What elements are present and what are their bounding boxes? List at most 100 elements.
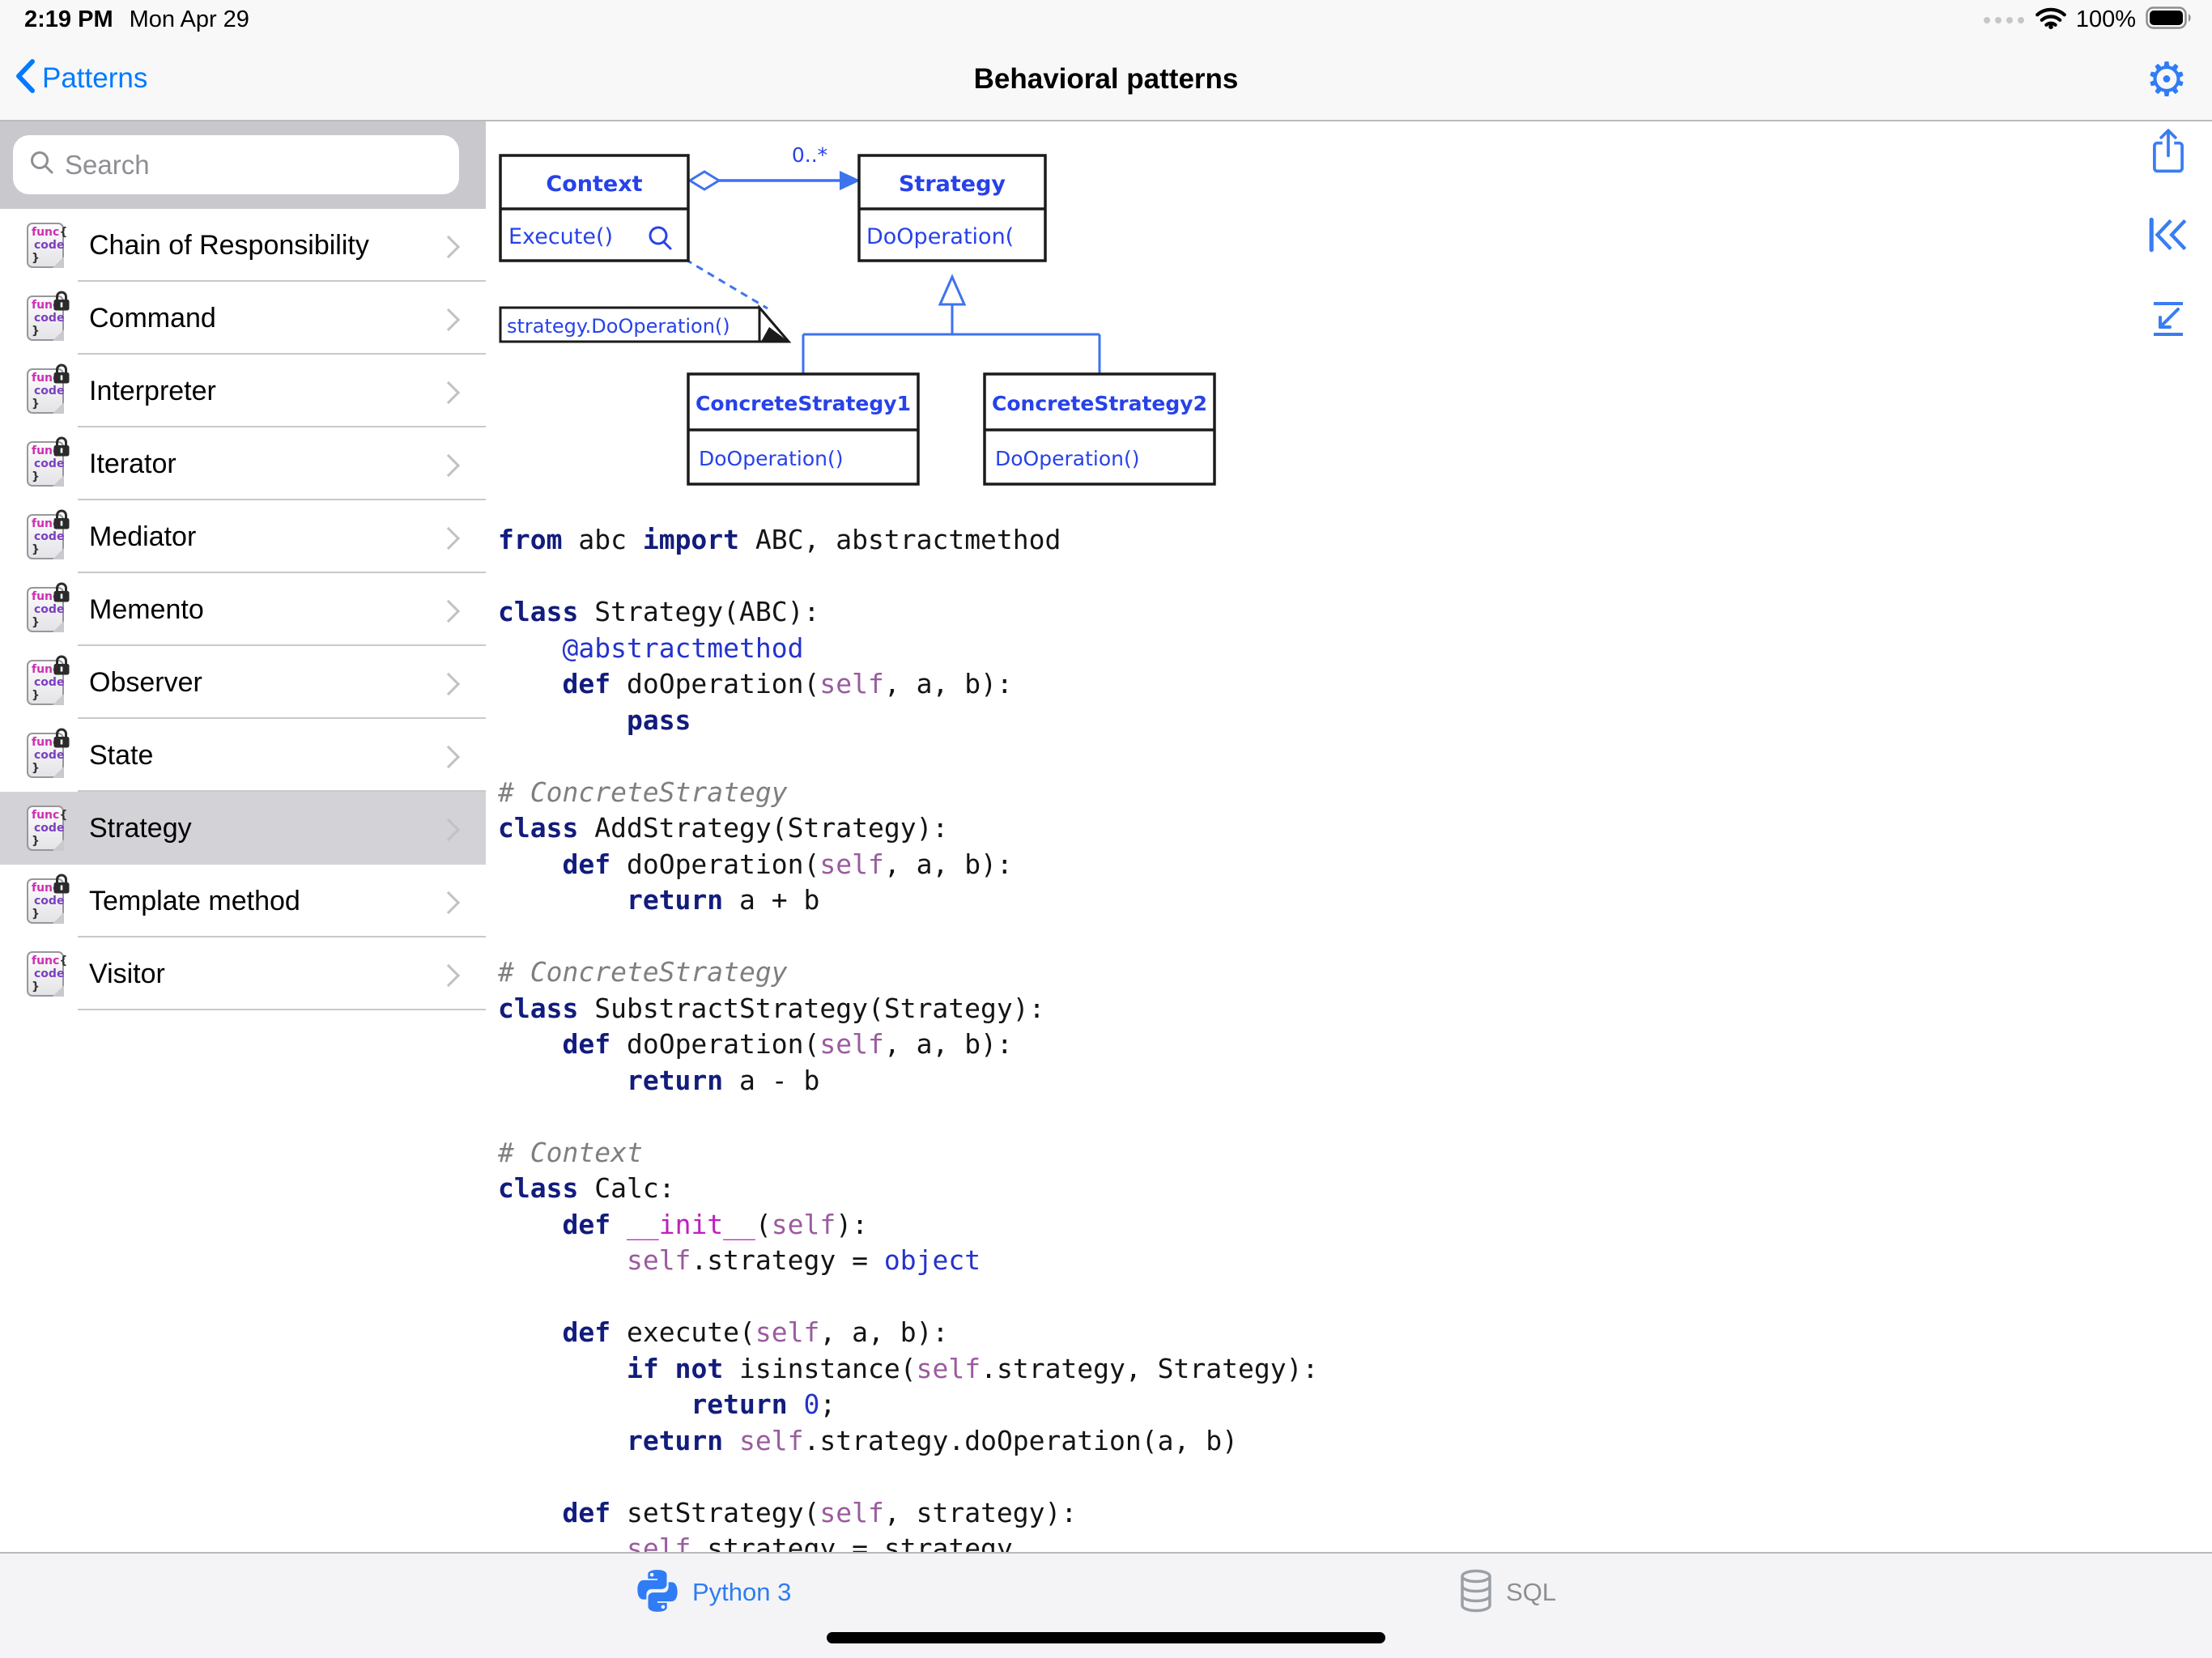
sidebar-item-label: Interpreter (89, 355, 216, 427)
code-line (498, 919, 1318, 955)
pattern-doc-icon: funccode} (27, 660, 64, 705)
strategy-class-box: Strategy DoOperation( (859, 155, 1045, 261)
battery-percent: 100% (2076, 6, 2136, 33)
tab-python3[interactable]: Python 3 (634, 1568, 791, 1617)
settings-button[interactable]: ⚙ (2142, 50, 2191, 108)
lock-icon (53, 874, 70, 898)
sidebar-item-observer[interactable]: funccode} Observer (0, 646, 486, 719)
lock-icon (53, 436, 70, 461)
code-line: self.strategy = object (498, 1243, 1318, 1279)
collapse-button[interactable] (2146, 298, 2191, 343)
lock-icon (53, 291, 70, 315)
sidebar-item-mediator[interactable]: funccode}Mediator (0, 500, 486, 573)
skip-to-start-icon (2146, 216, 2190, 257)
code-line: def doOperation(self, a, b): (498, 666, 1318, 703)
nav-bar: Patterns Behavioral patterns ⚙ (0, 39, 2212, 120)
code-line: def setStrategy(self, strategy): (498, 1495, 1318, 1532)
svg-text:Strategy: Strategy (899, 172, 1006, 197)
pattern-doc-icon: func{code} (27, 806, 64, 851)
pattern-doc-icon: funccode} (27, 368, 64, 414)
search-band: Search (0, 121, 486, 209)
sidebar-item-chain-of-responsibility[interactable]: func{code}Chain of Responsibility (0, 209, 486, 282)
code-line: @abstractmethod (498, 631, 1318, 667)
pattern-detail-view[interactable]: 0..* Context Execute() Strategy DoOperat (486, 121, 2212, 1552)
uml-note: strategy.DoOperation() (500, 308, 789, 342)
chevron-right-icon (437, 746, 460, 768)
code-line (498, 1099, 1318, 1135)
lock-icon (53, 509, 70, 534)
sidebar-item-label: Observer (89, 646, 202, 719)
code-editor[interactable]: from abc import ABC, abstractmethod clas… (498, 522, 1318, 1552)
wifi-icon (2035, 6, 2066, 33)
sidebar-item-label: Strategy (89, 792, 192, 865)
battery-icon (2146, 6, 2193, 33)
sidebar-item-memento[interactable]: funccode}Memento (0, 573, 486, 646)
sidebar-item-interpreter[interactable]: funccode} Interpreter (0, 355, 486, 427)
sidebar-item-state[interactable]: funccode}State (0, 719, 486, 792)
code-line: # ConcreteStrategy (498, 954, 1318, 991)
code-line: self.strategy = strategy (498, 1531, 1318, 1552)
code-line (498, 1279, 1318, 1316)
sidebar-item-strategy[interactable]: func{code} Strategy (0, 792, 486, 865)
language-tab-bar: Python 3 SQL (0, 1552, 2212, 1658)
tab-sql[interactable]: SQL (1457, 1568, 1556, 1617)
share-button[interactable] (2146, 130, 2191, 175)
chevron-right-icon (437, 600, 460, 623)
lock-icon (53, 655, 70, 679)
collapse-diagonal-icon (2150, 300, 2187, 342)
back-button-label: Patterns (42, 62, 147, 95)
gear-icon: ⚙ (2146, 52, 2188, 107)
sidebar-item-visitor[interactable]: func{code}Visitor (0, 937, 486, 1010)
uml-multiplicity: 0..* (792, 143, 827, 167)
sql-database-icon (1457, 1569, 1495, 1617)
sidebar-item-iterator[interactable]: funccode}Iterator (0, 427, 486, 500)
code-line (498, 1459, 1318, 1495)
context-class-box: Context Execute() (500, 155, 688, 261)
chevron-right-icon (437, 381, 460, 404)
code-line: def execute(self, a, b): (498, 1315, 1318, 1351)
search-input[interactable]: Search (13, 135, 459, 194)
chevron-left-icon (15, 58, 36, 98)
code-line: def __init__(self): (498, 1207, 1318, 1244)
status-bar: 2:19 PM Mon Apr 29 100% (0, 0, 2212, 39)
top-bar: 2:19 PM Mon Apr 29 100% (0, 0, 2212, 121)
sidebar-item-template-method[interactable]: funccode}Template method (0, 865, 486, 937)
code-line: return self.strategy.doOperation(a, b) (498, 1423, 1318, 1460)
search-icon (29, 150, 55, 180)
pattern-doc-icon: funccode} (27, 441, 64, 487)
svg-text:Context: Context (546, 172, 642, 197)
sidebar-item-label: Visitor (89, 937, 165, 1010)
share-icon (2150, 127, 2187, 178)
svg-text:ConcreteStrategy2: ConcreteStrategy2 (992, 392, 1207, 415)
patterns-sidebar: Search func{code}Chain of Responsibility… (0, 121, 486, 1658)
status-time: 2:19 PM (24, 6, 113, 33)
pattern-doc-icon: funccode} (27, 733, 64, 778)
svg-text:Execute(): Execute() (508, 224, 613, 249)
page-title: Behavioral patterns (0, 39, 2212, 120)
chevron-right-icon (437, 308, 460, 331)
code-line: def doOperation(self, a, b): (498, 847, 1318, 883)
chevron-right-icon (437, 236, 460, 258)
home-indicator[interactable] (827, 1632, 1385, 1643)
pattern-doc-icon: funccode} (27, 587, 64, 632)
pattern-doc-icon: funccode} (27, 878, 64, 924)
status-right: 100% (1984, 6, 2193, 33)
back-button[interactable]: Patterns (15, 58, 147, 98)
tab-sql-label: SQL (1506, 1578, 1556, 1607)
search-placeholder: Search (65, 150, 150, 181)
code-line: return a - b (498, 1063, 1318, 1099)
pattern-doc-icon: funccode} (27, 514, 64, 559)
lock-icon (53, 728, 70, 752)
code-line: return a + b (498, 882, 1318, 919)
sidebar-item-command[interactable]: funccode}Command (0, 282, 486, 355)
lock-icon (53, 582, 70, 606)
concrete-strategy2-class-box: ConcreteStrategy2 DoOperation() (985, 374, 1214, 484)
cellular-signal-icon (1984, 17, 2024, 23)
uml-diagram: 0..* Context Execute() Strategy DoOperat (486, 130, 1263, 510)
app-screen: 2:19 PM Mon Apr 29 100% (0, 0, 2212, 1658)
chevron-right-icon (437, 527, 460, 550)
content-toolbar (2146, 130, 2191, 343)
code-line: # ConcreteStrategy (498, 775, 1318, 811)
chevron-right-icon (437, 891, 460, 914)
skip-to-start-button[interactable] (2146, 214, 2191, 259)
